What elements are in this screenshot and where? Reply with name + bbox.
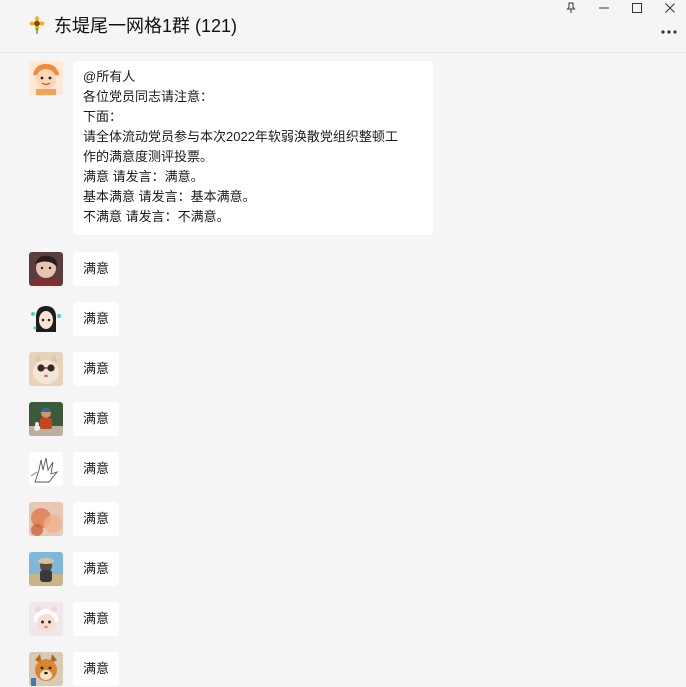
chat-title[interactable]: 东堤尾一网格1群 (121) (28, 12, 237, 38)
baby-photo-avatar[interactable] (29, 602, 63, 636)
message-item: 满意 (29, 352, 120, 386)
child-photo-avatar[interactable] (29, 252, 63, 286)
message-bubble[interactable]: 满意 (73, 602, 120, 636)
outdoor-photo-avatar[interactable] (29, 552, 63, 586)
message-bubble[interactable]: 满意 (73, 652, 120, 686)
message-item: 满意 (29, 402, 120, 436)
message-line: 作的满意度测评投票。 (83, 149, 214, 164)
message-item: @所有人 各位党员同志请注意： 下面： 请全体流动党员参与本次2022年软弱涣散… (29, 61, 433, 235)
message-text: 满意 (83, 611, 110, 626)
more-icon[interactable] (658, 24, 680, 40)
message-line: 满意 请发言：满意。 (83, 169, 204, 184)
chat-header: 东堤尾一网格1群 (121) (0, 0, 686, 53)
anime-girl-avatar[interactable] (29, 302, 63, 336)
message-line: 基本满意 请发言：基本满意。 (83, 189, 256, 204)
cat-sunglasses-avatar[interactable] (29, 352, 63, 386)
blurred-photo-avatar[interactable] (29, 502, 63, 536)
message-bubble[interactable]: 满意 (73, 302, 120, 336)
chat-title-text: 东堤尾一网格1群 (121) (54, 16, 238, 36)
message-line: @所有人 (83, 69, 136, 84)
message-bubble[interactable]: 满意 (73, 252, 120, 286)
message-line: 不满意 请发言：不满意。 (83, 209, 230, 224)
close-icon[interactable] (653, 0, 686, 16)
message-item: 满意 (29, 552, 120, 586)
message-bubble[interactable]: 满意 (73, 402, 120, 436)
window-controls (554, 0, 686, 16)
sunflower-icon (28, 16, 46, 34)
message-text: 满意 (83, 511, 110, 526)
message-item: 满意 (29, 302, 120, 336)
message-line: 各位党员同志请注意： (83, 89, 214, 104)
message-bubble[interactable]: 满意 (73, 352, 120, 386)
figure-photo-avatar[interactable] (29, 402, 63, 436)
message-bubble[interactable]: 满意 (73, 502, 120, 536)
message-item: 满意 (29, 652, 120, 686)
message-bubble[interactable]: @所有人 各位党员同志请注意： 下面： 请全体流动党员参与本次2022年软弱涣散… (73, 61, 433, 235)
message-text: 满意 (83, 411, 110, 426)
message-text: 满意 (83, 311, 110, 326)
message-item: 满意 (29, 452, 120, 486)
message-list[interactable]: @所有人 各位党员同志请注意： 下面： 请全体流动党员参与本次2022年软弱涣散… (0, 53, 686, 687)
minimize-icon[interactable] (587, 0, 620, 16)
message-line: 下面： (83, 109, 123, 124)
message-bubble[interactable]: 满意 (73, 452, 120, 486)
maximize-icon[interactable] (620, 0, 653, 16)
message-item: 满意 (29, 502, 120, 536)
hand-sketch-avatar[interactable] (29, 452, 63, 486)
message-item: 满意 (29, 602, 120, 636)
message-text: 满意 (83, 661, 110, 676)
message-text: 满意 (83, 361, 110, 376)
cartoon-avatar[interactable] (29, 61, 63, 95)
message-text: 满意 (83, 461, 110, 476)
message-bubble[interactable]: 满意 (73, 552, 120, 586)
message-text: 满意 (83, 261, 110, 276)
message-item: 满意 (29, 252, 120, 286)
pin-icon[interactable] (554, 0, 587, 16)
message-line: 请全体流动党员参与本次2022年软弱涣散党组织整顿工 (83, 129, 398, 144)
dog-photo-avatar[interactable] (29, 652, 63, 686)
message-text: 满意 (83, 561, 110, 576)
